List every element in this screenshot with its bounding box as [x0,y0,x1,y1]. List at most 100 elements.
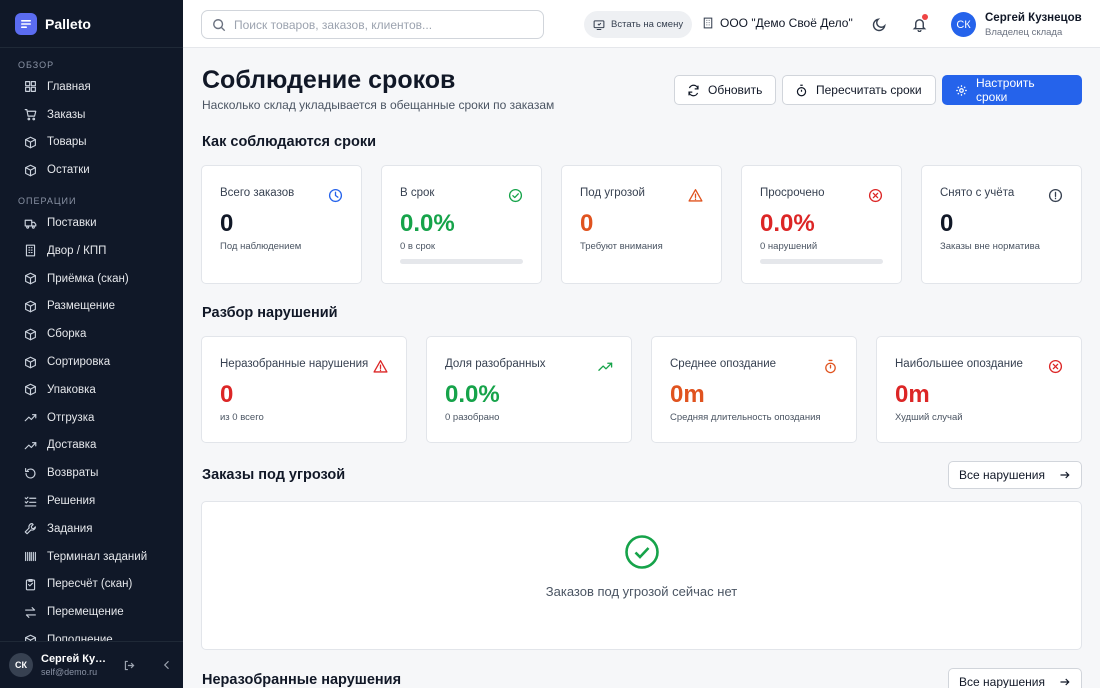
sidebar-item[interactable]: Отгрузка [0,404,183,432]
arrow-right-icon [1060,678,1070,686]
recalculate-label: Пересчитать сроки [816,83,922,97]
sidebar-item[interactable]: Перемещение [0,598,183,626]
stat-card: Просрочено 0.0% 0 нарушений [741,165,902,284]
stat-card: Доля разобранных 0.0% 0 разобрано [426,336,632,443]
sidebar-item[interactable]: Возвраты [0,459,183,487]
empty-state-text: Заказов под угрозой сейчас нет [545,584,738,599]
org-name: ООО "Демо Своё Дело" [720,16,853,30]
sidebar-item[interactable]: Пополнение [0,626,183,642]
logo-icon [15,12,37,35]
sidebar-item[interactable]: Поставки [0,209,183,237]
refresh-icon [688,84,699,96]
sidebar-item[interactable]: Двор / КПП [0,237,183,265]
org-selector[interactable]: ООО "Демо Своё Дело" [702,16,853,30]
theme-toggle-icon[interactable] [870,15,888,33]
at-risk-empty-state: Заказов под угрозой сейчас нет [201,501,1082,650]
stat-card-value: 0m [670,381,705,408]
start-shift-label: Встать на смену [611,19,684,30]
timer-icon [823,359,838,374]
sidebar-item[interactable]: Решения [0,487,183,515]
user-role: Владелец склада [985,27,1063,38]
stat-card-label: Под угрозой [580,187,645,199]
sidebar-item-label: Отгрузка [47,411,95,424]
return-icon [24,467,37,480]
search-box[interactable] [201,10,544,39]
top-header: Встать на смену ООО "Демо Своё Дело" СК … [183,0,1100,48]
sidebar-item-label: Задания [47,522,93,535]
info-circle-icon [1048,188,1063,203]
sidebar-item[interactable]: Размещение [0,293,183,321]
clock-icon [328,188,343,203]
gear-icon [956,84,967,96]
sidebar-item[interactable]: Сортировка [0,348,183,376]
violations-section-title: Разбор нарушений [202,305,338,321]
list-check-icon [24,495,37,508]
recalculate-button[interactable]: Пересчитать сроки [782,75,936,105]
brand[interactable]: Palleto [0,0,183,48]
box-icon [24,164,37,177]
building-icon [703,17,713,29]
sidebar-item-label: Пересчёт (скан) [47,578,133,591]
arrow-right-icon [1060,471,1070,479]
sidebar-item-label: Остатки [47,164,90,177]
progress-bar [400,259,523,264]
sidebar-item[interactable]: Главная [0,73,183,101]
all-violations-link[interactable]: Все нарушения [948,461,1082,489]
sidebar-item[interactable]: Пересчёт (скан) [0,571,183,599]
stat-card: Всего заказов 0 Под наблюдением [201,165,362,284]
start-shift-button[interactable]: Встать на смену [584,11,693,38]
sidebar-item[interactable]: Остатки [0,156,183,184]
sidebar-item-label: Возвраты [47,467,99,480]
sidebar-item[interactable]: Приёмка (скан) [0,265,183,293]
sidebar-item-label: Сортировка [47,356,111,369]
box-icon [24,328,37,341]
page-subtitle: Насколько склад укладывается в обещанные… [202,98,555,112]
search-icon [213,18,226,31]
all-violations-link-2[interactable]: Все нарушения [948,668,1082,688]
stat-card-label: Просрочено [760,187,825,199]
logout-icon[interactable] [121,657,137,673]
stat-card-caption: Под наблюдением [220,241,302,252]
sidebar: Palleto ОБЗОР Главная Заказы Товары Остатки О… [0,0,183,688]
notification-dot [922,14,928,20]
sidebar-item[interactable]: Товары [0,129,183,157]
configure-deadlines-button[interactable]: Настроить сроки [942,75,1082,105]
sidebar-item[interactable]: Доставка [0,432,183,460]
user-name[interactable]: Сергей Кузнецов [985,12,1082,24]
sidebar-item[interactable]: Терминал заданий [0,543,183,571]
stat-card-label: Наибольшее опоздание [895,358,1023,370]
stat-card-caption: 0 в срок [400,241,436,252]
compliance-section-title: Как соблюдаются сроки [202,134,376,150]
main-content: Соблюдение сроков Насколько склад уклады… [183,48,1100,688]
refresh-button[interactable]: Обновить [674,75,776,105]
monitor-icon [593,19,605,30]
sidebar-item-label: Перемещение [47,606,124,619]
sidebar-item-label: Терминал заданий [47,550,148,563]
brand-name: Palleto [45,15,91,32]
sidebar-item[interactable]: Заказы [0,101,183,129]
sidebar-item[interactable]: Упаковка [0,376,183,404]
avatar[interactable]: СК [951,12,976,37]
wrench-icon [24,522,37,535]
stat-card-label: Среднее опоздание [670,358,777,370]
stat-card-value: 0.0% [760,210,815,237]
sidebar-item-label: Приёмка (скан) [47,272,129,285]
avatar[interactable]: СК [9,653,33,677]
sidebar-item-label: Доставка [47,439,97,452]
collapse-sidebar-icon[interactable] [159,657,175,673]
sidebar-item-label: Двор / КПП [47,244,107,257]
sidebar-section-title: ОБЗОР [18,59,55,70]
refresh-label: Обновить [708,83,763,97]
sidebar-item[interactable]: Сборка [0,320,183,348]
page-title: Соблюдение сроков [202,66,456,94]
all-violations-label: Все нарушения [959,675,1045,688]
x-circle-icon [1048,359,1063,374]
stat-card-value: 0 [940,210,954,237]
search-input[interactable] [234,17,524,32]
truck-icon [24,217,37,230]
stat-card: Среднее опоздание 0m Средняя длительность … [651,336,857,443]
trend-icon [24,439,37,452]
sidebar-item[interactable]: Задания [0,515,183,543]
bell-icon[interactable] [910,14,928,33]
stat-card-caption: Требуют внимания [580,241,663,252]
